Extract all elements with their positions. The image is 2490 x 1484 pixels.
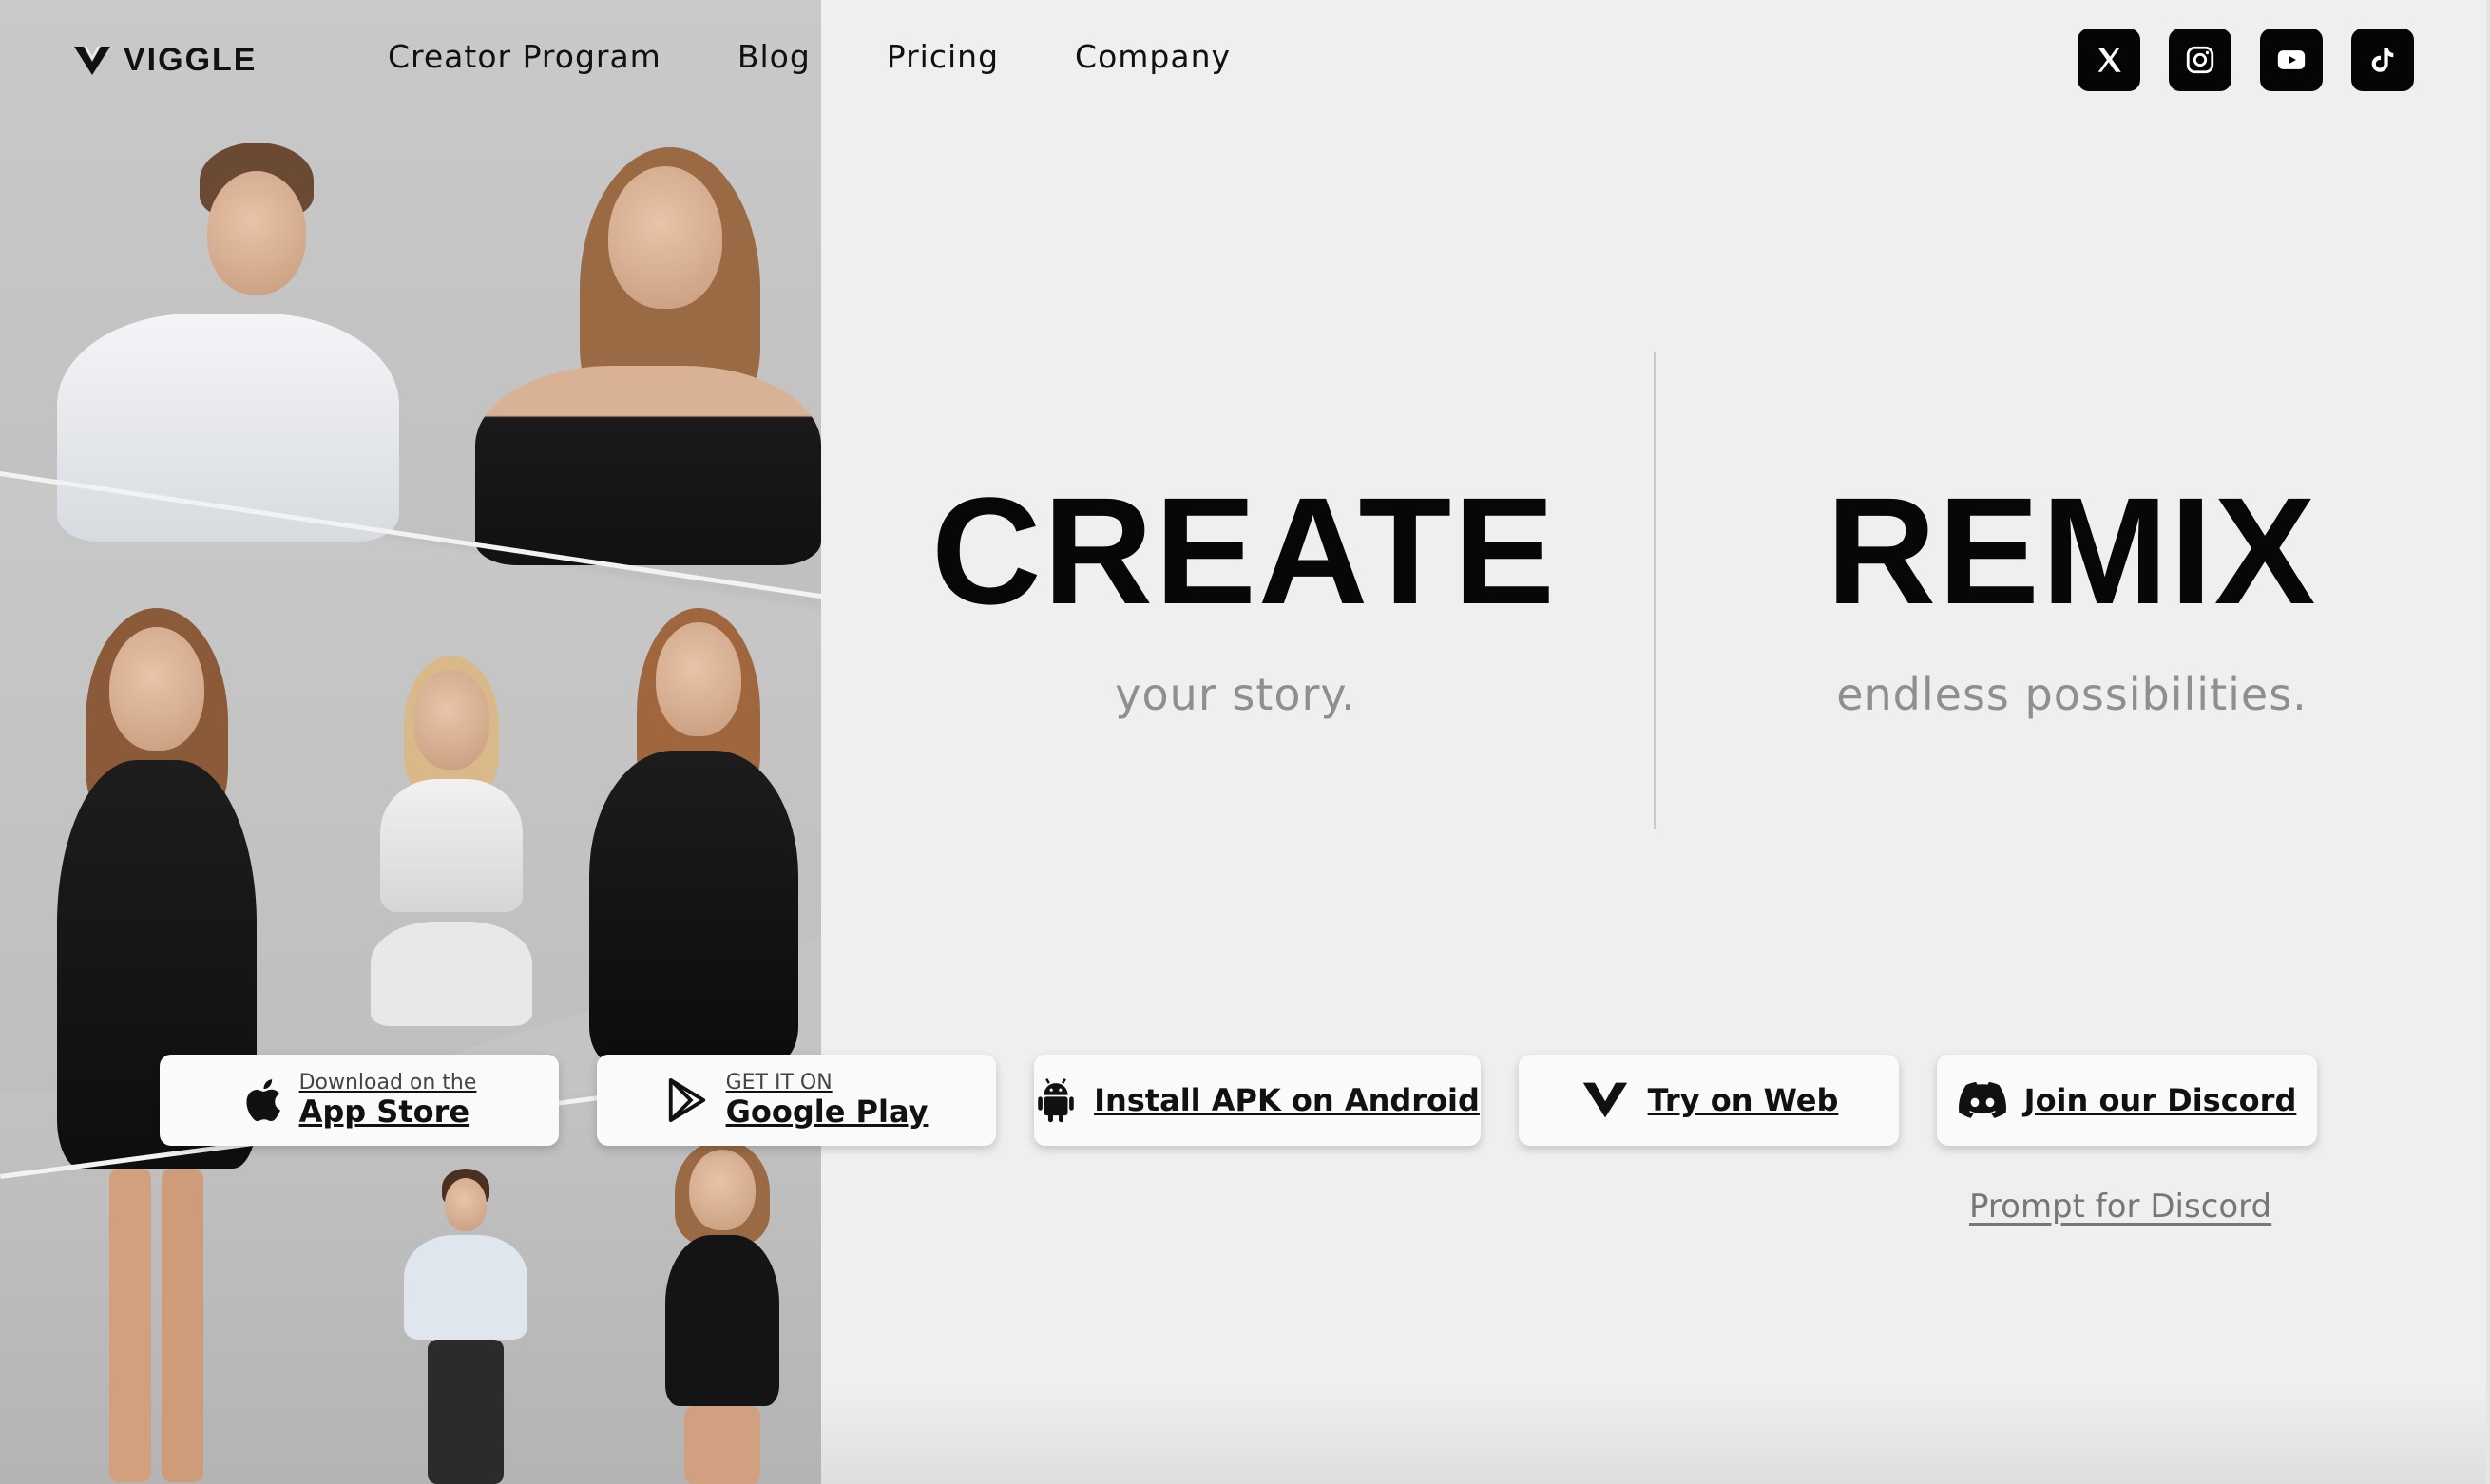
character-image-woman-black-dress-2 <box>570 608 817 1064</box>
join-discord-label: Join our Discord <box>2023 1082 2297 1118</box>
google-play-caption: GET IT ON <box>725 1071 833 1095</box>
youtube-social-button[interactable] <box>2260 29 2323 91</box>
nav-link-blog[interactable]: Blog <box>737 38 811 75</box>
install-apk-button[interactable]: Install APK on Android <box>1034 1055 1481 1146</box>
main-nav: Creator Program Blog Pricing Company <box>388 38 1307 75</box>
character-collage <box>0 0 821 1484</box>
hero-create-subtitle: your story. <box>1115 669 1356 720</box>
app-store-text: Download on the App Store <box>298 1071 477 1130</box>
discord-icon <box>1958 1081 2007 1119</box>
x-social-button[interactable] <box>2078 29 2140 91</box>
google-play-text: GET IT ON Google Play <box>725 1071 929 1130</box>
instagram-icon <box>2186 46 2214 74</box>
instagram-social-button[interactable] <box>2169 29 2231 91</box>
hero-create: CREATE your story. <box>931 466 1557 721</box>
viggle-logo-icon <box>74 45 110 75</box>
nav-link-creator-program[interactable]: Creator Program <box>388 38 661 75</box>
social-links <box>2078 29 2414 91</box>
apple-icon <box>242 1076 282 1124</box>
character-image-woman-dancing <box>627 1140 817 1484</box>
brand-name: VIGGLE <box>124 42 258 78</box>
try-on-web-button[interactable]: Try on Web <box>1519 1055 1899 1146</box>
character-image-woman-black-top <box>456 147 821 565</box>
google-play-button[interactable]: GET IT ON Google Play <box>597 1055 996 1146</box>
page-scrollbar[interactable] <box>2486 0 2490 1484</box>
app-store-label: App Store <box>298 1093 470 1130</box>
character-image-man-dancing <box>390 1169 542 1484</box>
youtube-icon <box>2277 50 2306 69</box>
character-image-man-white-shirt <box>57 143 399 542</box>
x-icon <box>2097 48 2121 72</box>
character-image-woman-white-outfit <box>342 656 561 1055</box>
google-play-icon <box>665 1076 709 1124</box>
try-on-web-label: Try on Web <box>1647 1082 1839 1118</box>
bottom-fade <box>821 1389 2490 1484</box>
viggle-icon <box>1580 1079 1631 1121</box>
tiktok-social-button[interactable] <box>2351 29 2414 91</box>
hero-create-title: CREATE <box>931 466 1557 636</box>
nav-link-company[interactable]: Company <box>1075 38 1231 75</box>
join-discord-button[interactable]: Join our Discord <box>1937 1055 2317 1146</box>
prompt-for-discord-link[interactable]: Prompt for Discord <box>1969 1188 2271 1226</box>
install-apk-label: Install APK on Android <box>1094 1082 1480 1118</box>
hero-remix: REMIX endless possibilities. <box>1768 466 2376 721</box>
nav-link-pricing[interactable]: Pricing <box>887 38 999 75</box>
hero-remix-subtitle: endless possibilities. <box>1836 669 2308 720</box>
character-image-woman-black-dress-1 <box>19 608 295 1484</box>
hero-divider <box>1654 352 1656 829</box>
tiktok-icon <box>2371 48 2394 72</box>
viggle-logo[interactable]: VIGGLE <box>72 42 257 79</box>
app-store-caption: Download on the <box>298 1071 477 1095</box>
android-icon <box>1035 1076 1077 1124</box>
page: VIGGLE Creator Program Blog Pricing Comp… <box>0 0 2490 1484</box>
hero-remix-title: REMIX <box>1826 466 2318 636</box>
google-play-label: Google Play <box>725 1093 929 1130</box>
app-store-button[interactable]: Download on the App Store <box>160 1055 559 1146</box>
